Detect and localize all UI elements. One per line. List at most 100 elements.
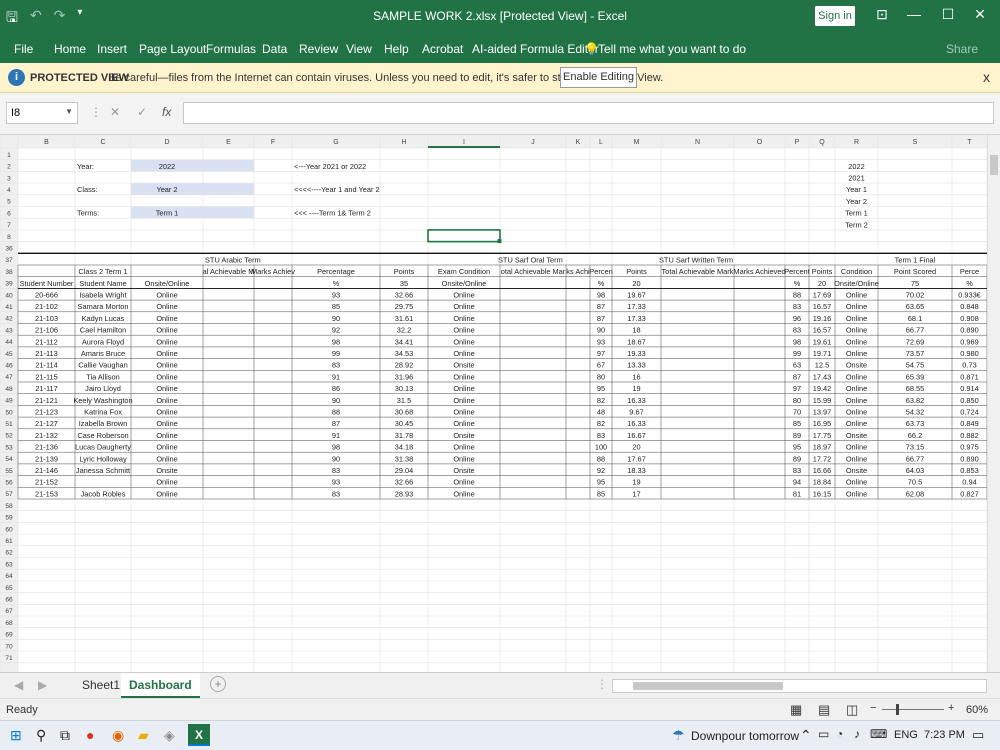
- close-icon[interactable]: ✕: [966, 6, 994, 23]
- chrome-icon[interactable]: ●: [86, 727, 94, 743]
- zoom-in-icon[interactable]: +: [948, 702, 954, 714]
- sign-in-button[interactable]: Sign in: [815, 6, 855, 26]
- tab-insert[interactable]: Insert: [97, 42, 127, 56]
- input-cell-highlight[interactable]: [131, 206, 254, 219]
- zoom-slider[interactable]: [882, 709, 944, 710]
- student-q: 13.97: [813, 408, 832, 417]
- tab-acrobat[interactable]: Acrobat: [422, 42, 463, 56]
- student-h: 29.04: [395, 466, 414, 475]
- windows-taskbar: ⊞ ⚲ ⧉ ● ◉ ▰ ◈ X ☂ Downpour tomorrow ⌃ ▭ …: [0, 720, 1000, 750]
- horizontal-scroll-thumb[interactable]: [633, 682, 783, 690]
- notifications-icon[interactable]: ▭: [972, 727, 984, 743]
- excel-taskbar-icon[interactable]: X: [188, 724, 210, 746]
- student-d: Online: [156, 361, 177, 370]
- tab-home[interactable]: Home: [54, 42, 86, 56]
- horizontal-scrollbar[interactable]: [612, 679, 987, 693]
- firefox-icon[interactable]: ◉: [112, 727, 124, 744]
- confirm-icon[interactable]: ✓: [137, 105, 147, 119]
- tab-page-layout[interactable]: Page Layout: [139, 42, 206, 56]
- row-header: 2: [7, 164, 11, 171]
- maximize-icon[interactable]: ☐: [934, 6, 962, 23]
- battery-icon[interactable]: ▭: [818, 727, 829, 741]
- header-cell: Points: [812, 267, 833, 276]
- student-num: 21-106: [35, 326, 58, 335]
- input-cell-highlight[interactable]: [131, 183, 254, 195]
- sheet-tab-sheet1[interactable]: Sheet1: [74, 673, 128, 698]
- student-r: Online: [846, 454, 867, 463]
- student-d: Online: [156, 419, 177, 428]
- zoom-level[interactable]: 60%: [966, 704, 988, 716]
- vertical-scrollbar[interactable]: [987, 135, 1000, 672]
- tab-help[interactable]: Help: [384, 42, 409, 56]
- student-num: 21-117: [35, 384, 57, 393]
- student-name: Izabella Brown: [79, 419, 127, 428]
- tab-data[interactable]: Data: [262, 42, 287, 56]
- volume-icon[interactable]: ♪: [854, 727, 860, 741]
- tab-view[interactable]: View: [346, 42, 372, 56]
- prev-sheet-icon[interactable]: ◀: [14, 678, 23, 692]
- page-layout-view-icon[interactable]: ▤: [818, 702, 830, 718]
- chevron-down-icon[interactable]: ▼: [65, 107, 73, 116]
- tab-file[interactable]: File: [14, 42, 33, 56]
- share-button[interactable]: Share: [946, 42, 978, 56]
- clock[interactable]: 7:23 PM: [924, 729, 965, 741]
- student-d: Online: [156, 337, 177, 346]
- student-q: 16.95: [813, 419, 832, 428]
- student-h: 34.18: [395, 443, 414, 452]
- app-icon[interactable]: ◈: [164, 727, 175, 744]
- formula-input[interactable]: [183, 102, 994, 124]
- header-cell: 35: [400, 279, 408, 288]
- student-num: 21-127: [35, 419, 58, 428]
- tray-chevron-up-icon[interactable]: ⌃: [800, 727, 812, 744]
- keyboard-icon[interactable]: ⌨: [870, 727, 887, 741]
- student-s: 62.08: [906, 489, 925, 498]
- year-value: 2022: [159, 162, 175, 171]
- student-name: Lucas Daugherty: [75, 443, 131, 452]
- add-sheet-icon[interactable]: +: [210, 676, 226, 692]
- student-t: 0.849: [960, 419, 979, 428]
- student-t: 0.848: [960, 302, 979, 311]
- enable-editing-button[interactable]: Enable Editing: [560, 67, 637, 88]
- student-r: Online: [846, 337, 867, 346]
- student-r: Online: [846, 384, 867, 393]
- weather-text[interactable]: Downpour tomorrow: [691, 729, 799, 743]
- file-explorer-icon[interactable]: ▰: [138, 727, 149, 744]
- search-icon[interactable]: ⚲: [36, 727, 46, 744]
- language-indicator[interactable]: ENG: [894, 729, 918, 741]
- windows-start-icon[interactable]: ⊞: [10, 727, 22, 744]
- grid-canvas[interactable]: B C D E F G H I J K L M N O P Q R S T123456783637383940414…: [0, 135, 987, 672]
- student-p: 63: [793, 361, 801, 370]
- fill-handle[interactable]: [497, 239, 502, 244]
- insert-function-icon[interactable]: fx: [162, 105, 171, 119]
- input-cell-highlight[interactable]: [131, 159, 254, 172]
- lightbulb-icon: 💡: [584, 42, 599, 56]
- next-sheet-icon[interactable]: ▶: [38, 678, 47, 692]
- spreadsheet-grid[interactable]: B C D E F G H I J K L M N O P Q R S T 1 2 3 4 5 6 7 8 36 37 38 39 40 41 4…: [0, 135, 987, 672]
- tab-formulas[interactable]: Formulas: [206, 42, 256, 56]
- sheet-tab-dashboard[interactable]: Dashboard: [121, 673, 200, 698]
- zoom-slider-thumb[interactable]: [896, 704, 899, 715]
- task-view-icon[interactable]: ⧉: [60, 727, 70, 744]
- terms-note: <<< ----Term 1& Term 2: [294, 209, 371, 218]
- tab-review[interactable]: Review: [299, 42, 338, 56]
- tell-me-search[interactable]: Tell me what you want to do: [598, 42, 746, 56]
- student-t: 0.853: [960, 466, 979, 475]
- minimize-icon[interactable]: —: [900, 6, 928, 22]
- student-l: 90: [597, 326, 605, 335]
- normal-view-icon[interactable]: ▦: [790, 702, 802, 718]
- ribbon-display-icon[interactable]: ⊡: [868, 6, 896, 23]
- student-num: 21-115: [35, 372, 57, 381]
- student-h: 29.75: [395, 302, 414, 311]
- zoom-out-icon[interactable]: −: [870, 702, 876, 714]
- tab-ai-formula-editor[interactable]: AI-aided Formula Editor: [472, 42, 599, 56]
- student-t: 0.890: [960, 454, 979, 463]
- network-icon[interactable]: ◔: [836, 727, 843, 741]
- row-header: 69: [5, 632, 13, 639]
- student-d: Online: [156, 384, 177, 393]
- cancel-icon[interactable]: ✕: [110, 105, 120, 119]
- page-break-view-icon[interactable]: ◫: [846, 702, 858, 718]
- student-i: Online: [453, 337, 474, 346]
- vertical-scroll-thumb[interactable]: [990, 155, 998, 175]
- name-box[interactable]: I8 ▼: [6, 102, 78, 124]
- close-bar-icon[interactable]: x: [983, 69, 990, 85]
